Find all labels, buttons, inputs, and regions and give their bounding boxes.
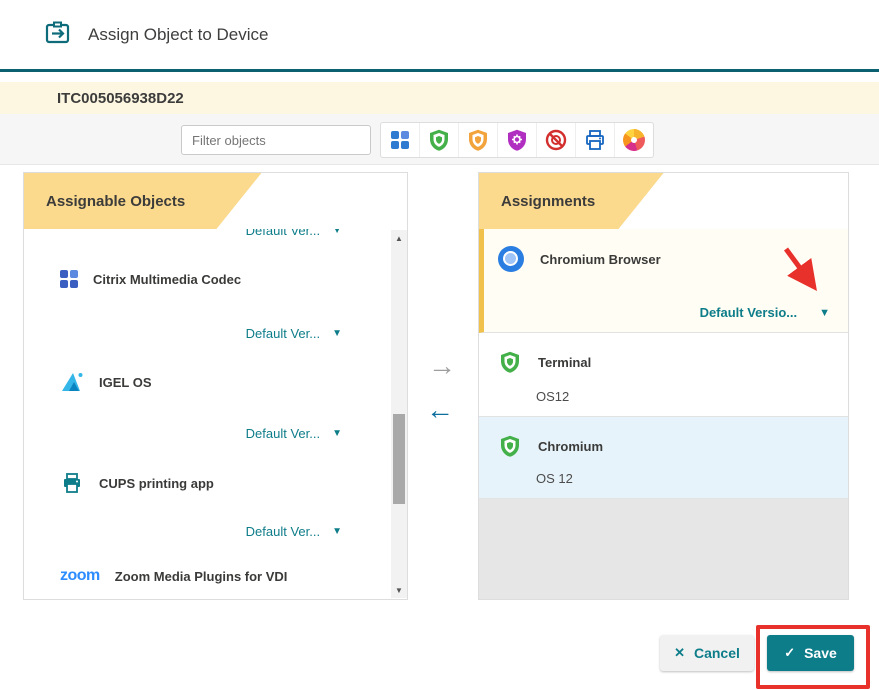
green-shield-icon: [427, 128, 451, 152]
assignment-item-terminal[interactable]: Terminal OS12: [479, 333, 848, 417]
orange-shield-filter-icon[interactable]: [459, 123, 498, 157]
green-shield-filter-icon[interactable]: [420, 123, 459, 157]
chromium-icon: [498, 246, 524, 272]
assignments-header: Assignments: [479, 173, 848, 230]
assign-object-dialog: Assign Object to Device ITC005056938D22: [0, 0, 879, 690]
igel-os-icon: [60, 371, 84, 393]
assignment-item-chromium[interactable]: Chromium OS 12: [479, 417, 848, 499]
os-label: OS12: [536, 389, 569, 404]
scrollbar-thumb[interactable]: [393, 414, 405, 504]
version-dropdown[interactable]: Default Versio... ▼: [700, 305, 830, 320]
assignments-panel: Assignments Chromium Browser Default Ver…: [478, 172, 849, 600]
dialog-header: Assign Object to Device: [0, 0, 879, 70]
assignable-objects-header: Assignable Objects: [24, 173, 407, 230]
assign-arrow-button[interactable]: →: [428, 352, 456, 380]
version-dropdown[interactable]: Default Ver... ▼: [246, 426, 342, 441]
device-id: ITC005056938D22: [57, 90, 184, 107]
save-button[interactable]: ✓ Save: [767, 635, 854, 671]
green-shield-icon: [498, 350, 522, 374]
unassign-arrow-button[interactable]: ←: [426, 396, 454, 424]
assignment-item-chromium-browser[interactable]: Chromium Browser Default Versio... ▼: [479, 229, 848, 333]
list-item-cups-printing-app[interactable]: CUPS printing app Default Ver... ▼: [24, 451, 390, 550]
cancel-button[interactable]: ✕ Cancel: [660, 635, 754, 671]
assign-device-icon: [44, 20, 72, 51]
list-item-zoom-media-plugins[interactable]: zoom Zoom Media Plugins for VDI: [24, 549, 390, 599]
device-id-bar: ITC005056938D22: [0, 82, 879, 114]
grid-icon: [391, 131, 409, 149]
pinwheel-icon: [623, 129, 645, 151]
zoom-logo: zoom: [60, 567, 100, 585]
purple-shield-gear-icon: [505, 128, 529, 152]
chevron-down-icon: ▼: [332, 526, 342, 537]
os-label: OS 12: [536, 471, 573, 486]
cups-printer-icon: [60, 471, 84, 495]
objects-toolbar: [0, 114, 879, 165]
close-icon: ✕: [674, 645, 685, 661]
scrollbar[interactable]: ▲ ▼: [391, 230, 407, 598]
citrix-grid-icon: [60, 270, 78, 288]
chevron-down-icon: ▼: [332, 328, 342, 339]
filter-objects-input[interactable]: [181, 125, 371, 155]
blue-printer-icon: [583, 128, 607, 152]
prohibited-filter-icon[interactable]: [537, 123, 576, 157]
list-item-igel-os[interactable]: IGEL OS Default Ver... ▼: [24, 351, 390, 452]
scrollbar-up-icon[interactable]: ▲: [391, 230, 407, 246]
chevron-down-icon: ▼: [819, 307, 830, 319]
orange-shield-icon: [466, 128, 490, 152]
printer-filter-icon[interactable]: [576, 123, 615, 157]
chevron-down-icon: ▼: [332, 229, 342, 236]
purple-shield-gear-filter-icon[interactable]: [498, 123, 537, 157]
scrollbar-down-icon[interactable]: ▼: [391, 582, 407, 598]
check-icon: ✓: [784, 645, 795, 661]
version-dropdown[interactable]: Default Ver... ▼: [246, 326, 342, 341]
green-shield-icon: [498, 434, 522, 458]
header-divider: [0, 69, 879, 72]
assignable-objects-title: Assignable Objects: [46, 173, 185, 229]
prohibited-icon: [544, 128, 568, 152]
assignable-objects-panel: Assignable Objects Default Ver... ▼ Citr…: [23, 172, 408, 600]
list-item-clipped[interactable]: Default Ver... ▼: [24, 229, 390, 251]
object-type-filter-group: [380, 122, 654, 158]
citrix-apps-filter-icon[interactable]: [381, 123, 420, 157]
version-dropdown[interactable]: Default Ver... ▼: [246, 229, 342, 238]
pinwheel-filter-icon[interactable]: [615, 123, 653, 157]
chevron-down-icon: ▼: [332, 428, 342, 439]
version-dropdown[interactable]: Default Ver... ▼: [246, 524, 342, 539]
dialog-title: Assign Object to Device: [88, 25, 268, 45]
list-item-citrix-multimedia-codec[interactable]: Citrix Multimedia Codec Default Ver... ▼: [24, 250, 390, 352]
assignable-objects-list: Default Ver... ▼ Citrix Multimedia Codec…: [24, 229, 407, 599]
assignments-title: Assignments: [501, 173, 595, 229]
